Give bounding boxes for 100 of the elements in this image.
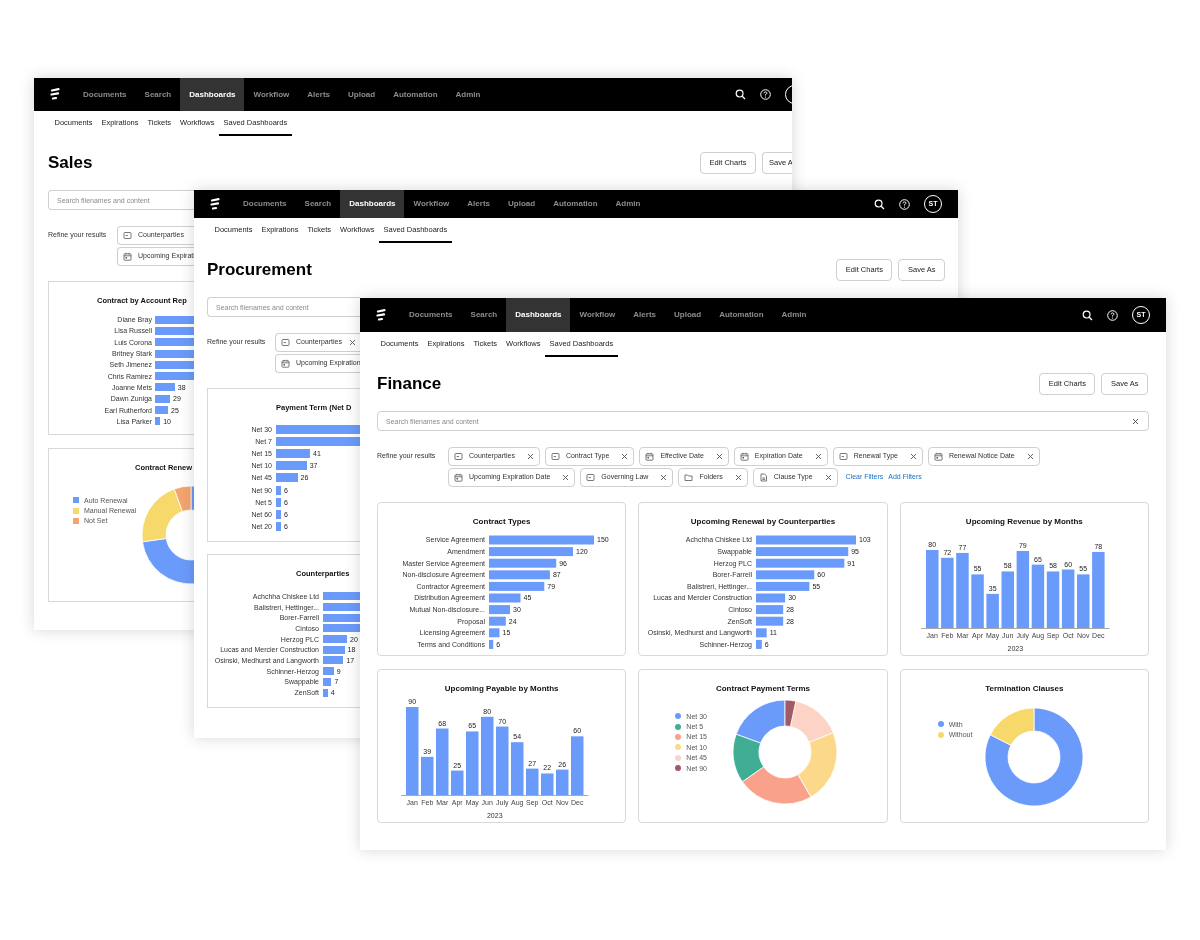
nav-tab[interactable]: Dashboards	[180, 78, 245, 111]
chart-title: Upcoming Revenue by Months	[965, 517, 1083, 527]
nav-tab[interactable]: Search	[135, 78, 181, 111]
chart-title: Upcoming Payable by Months	[444, 684, 559, 694]
close-icon[interactable]	[824, 474, 832, 481]
bar	[323, 624, 360, 633]
bar	[489, 581, 545, 591]
bar	[526, 768, 539, 795]
bar	[1076, 574, 1090, 628]
list-icon	[123, 231, 132, 240]
nav-tab[interactable]: Workflow	[244, 78, 299, 111]
nav-tab[interactable]: Admin	[446, 78, 490, 111]
bar	[323, 592, 360, 601]
bar	[323, 603, 360, 612]
bar	[276, 461, 307, 471]
logo-icon	[210, 197, 220, 211]
close-icon[interactable]	[814, 453, 822, 460]
folder-icon	[684, 473, 694, 482]
nav-tab[interactable]: Workflow	[570, 298, 625, 332]
bar	[323, 656, 344, 665]
nav-tab[interactable]: Dashboards	[340, 190, 405, 218]
bar	[496, 726, 509, 795]
bar	[940, 557, 954, 628]
close-icon[interactable]	[715, 453, 723, 460]
search-icon[interactable]	[1082, 309, 1093, 321]
nav-tab[interactable]: Alerts	[458, 190, 500, 218]
nav-tab[interactable]: Alerts	[624, 298, 666, 332]
list-icon	[838, 452, 848, 461]
bar	[986, 593, 999, 628]
bar	[489, 616, 506, 626]
chart-title: Contract Types	[472, 517, 531, 527]
help-icon[interactable]	[1107, 309, 1118, 321]
bar	[1061, 569, 1075, 628]
bar	[466, 731, 479, 795]
nav-tab[interactable]: Upload	[665, 298, 711, 332]
bar	[155, 406, 168, 414]
bar	[421, 756, 434, 795]
nav-tab[interactable]: Documents	[400, 298, 462, 332]
nav-tab[interactable]: Automation	[544, 190, 607, 218]
bar	[155, 417, 161, 426]
chart-title: Termination Clauses	[985, 684, 1064, 694]
bar	[276, 473, 298, 483]
bar	[451, 770, 464, 795]
bar	[511, 742, 524, 795]
bar	[756, 605, 784, 615]
bar	[323, 688, 328, 697]
bar	[276, 509, 281, 519]
bar	[276, 448, 310, 458]
bar	[756, 616, 784, 626]
calendar-icon	[645, 452, 655, 461]
nav-tab[interactable]: Search	[461, 298, 507, 332]
calendar-icon	[454, 473, 463, 482]
nav-tab[interactable]: Documents	[234, 190, 296, 218]
chart-title: Upcoming Renewal by Counterparties	[690, 517, 836, 527]
nav-tab[interactable]: Upload	[499, 190, 545, 218]
bar	[323, 635, 347, 644]
calendar-icon	[281, 359, 290, 368]
close-icon[interactable]	[660, 474, 668, 481]
bar	[155, 315, 194, 324]
nav-tab[interactable]: Upload	[339, 78, 385, 111]
list-icon	[454, 452, 463, 461]
bar	[155, 372, 194, 381]
page-title: Sales	[48, 152, 93, 174]
bar	[323, 645, 345, 654]
close-icon[interactable]	[734, 474, 742, 481]
page-title: Procurement	[207, 259, 312, 281]
bar	[970, 574, 984, 628]
nav-tab[interactable]: Documents	[74, 78, 136, 111]
bar	[323, 677, 332, 686]
nav-tab[interactable]: Automation	[710, 298, 773, 332]
bar	[1031, 564, 1044, 628]
close-icon[interactable]	[349, 339, 356, 346]
bar	[276, 522, 281, 532]
close-icon[interactable]	[909, 453, 917, 460]
help-icon[interactable]	[760, 89, 771, 100]
calendar-icon	[123, 252, 132, 261]
bar	[489, 593, 521, 603]
list-icon	[281, 338, 290, 347]
bar	[155, 383, 175, 392]
bar	[489, 605, 510, 615]
search-icon[interactable]	[874, 198, 885, 210]
nav-tab[interactable]: Alerts	[298, 78, 340, 111]
nav-tab[interactable]: Admin	[606, 190, 650, 218]
close-icon[interactable]	[1132, 417, 1139, 425]
nav-tab[interactable]: Workflow	[404, 190, 459, 218]
bar	[571, 736, 584, 795]
nav-tab[interactable]: Search	[295, 190, 341, 218]
close-icon[interactable]	[562, 474, 570, 481]
nav-tab[interactable]: Admin	[772, 298, 816, 332]
search-icon[interactable]	[735, 89, 746, 100]
help-icon[interactable]	[899, 198, 910, 210]
nav-tab[interactable]: Automation	[384, 78, 447, 111]
list-icon	[550, 452, 560, 461]
bar	[556, 769, 569, 795]
close-icon[interactable]	[621, 453, 629, 460]
avatar-icon[interactable]	[785, 85, 792, 104]
close-icon[interactable]	[1026, 453, 1034, 460]
nav-tab[interactable]: Dashboards	[506, 298, 571, 332]
bar	[155, 394, 171, 403]
close-icon[interactable]	[526, 453, 534, 460]
